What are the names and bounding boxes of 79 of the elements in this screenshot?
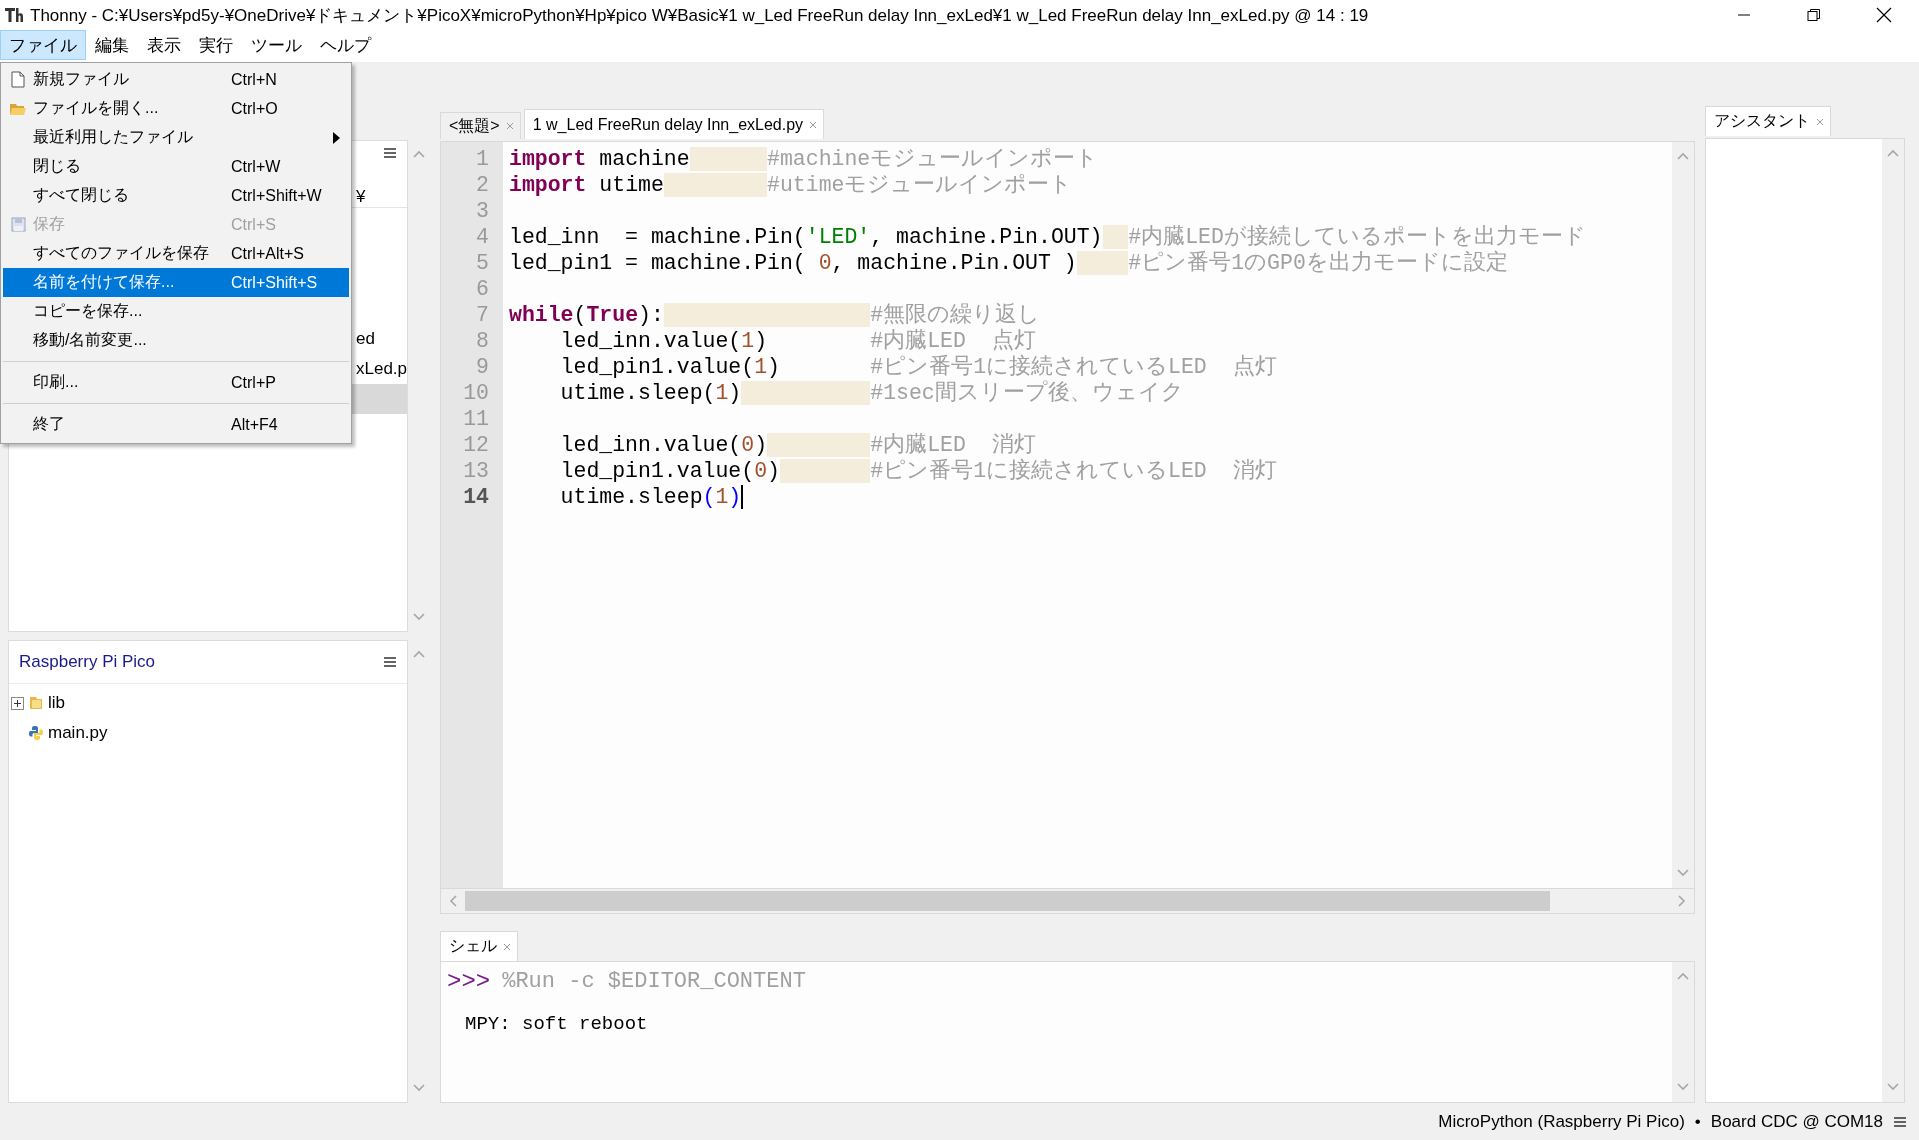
close-icon[interactable] — [505, 122, 514, 130]
menu-item[interactable]: 移動/名前変更... — [3, 326, 349, 355]
menu-item[interactable]: ファイルを開く... Ctrl+O — [3, 94, 349, 123]
separator-dot: • — [1694, 1111, 1701, 1132]
line-number: 3 — [476, 198, 490, 224]
tree-item[interactable]: main.py — [48, 723, 108, 743]
menu-icon[interactable] — [383, 147, 397, 159]
menu-bar-item[interactable]: 実行 — [190, 30, 242, 60]
menu-item[interactable]: 名前を付けて保存... Ctrl+Shift+S — [3, 268, 349, 297]
panel-title: Raspberry Pi Pico — [19, 652, 156, 672]
editor-tab[interactable]: 1 w_Led FreeRun delay Inn_exLed.py — [523, 109, 825, 139]
port-label[interactable]: Board CDC @ COM18 — [1710, 1111, 1883, 1132]
line-number: 4 — [476, 224, 490, 250]
folder-icon — [28, 695, 44, 711]
scrollbar[interactable] — [1672, 962, 1694, 1102]
menu-bar-item[interactable]: ヘルプ — [311, 30, 380, 60]
code-line: led_inn.value(1) #内臓LED 点灯 — [559, 328, 1036, 354]
line-number: 11 — [463, 406, 490, 432]
restore-icon — [1807, 8, 1821, 22]
code-line: utime.sleep(1) #1sec間スリープ後、ウェイク — [559, 380, 1184, 406]
code-line: led_pin1.value(1) #ピン番号1に接続されているLED 点灯 — [559, 354, 1277, 380]
code-line: led_pin1.value(0) #ピン番号1に接続されているLED 消灯 — [559, 458, 1277, 484]
code-line: import utime #utimeモジュールインポート — [509, 172, 1073, 198]
line-number: 12 — [463, 432, 490, 458]
code-line: led_inn.value(0) #内臓LED 消灯 — [559, 432, 1036, 458]
menu-item[interactable]: 終了 Alt+F4 — [3, 410, 349, 439]
window-title: Thonny - C:¥Users¥pd5y-¥OneDrive¥ドキュメント¥PicoX¥microPython¥Hp¥pico W¥Basic¥1 w_Led FreeRun delay Inn_exLed¥1 w_Led FreeRun delay Inn_exLed.py @ 14 : 19 — [30, 4, 1370, 27]
interpreter-label[interactable]: MicroPython (Raspberry Pi Pico) — [1438, 1111, 1685, 1132]
menu-item[interactable]: 閉じる Ctrl+W — [3, 152, 349, 181]
folder-icon — [9, 101, 27, 116]
shell-command: %Run -c $EDITOR_CONTENT — [502, 969, 806, 994]
line-number: 10 — [463, 380, 490, 406]
menu-bar-item[interactable]: ツール — [242, 30, 311, 60]
code-line: utime.sleep(1) — [559, 484, 742, 510]
line-number: 2 — [476, 172, 490, 198]
menu-item[interactable]: すべてのファイルを保存 Ctrl+Alt+S — [3, 239, 349, 268]
menu-item[interactable]: 新規ファイル Ctrl+N — [3, 65, 349, 94]
close-icon[interactable] — [809, 120, 818, 129]
scrollbar[interactable] — [1672, 142, 1694, 888]
close-icon[interactable] — [1816, 117, 1824, 126]
shell-prompt: >>> — [447, 968, 491, 995]
line-number: 5 — [476, 250, 490, 276]
menu-icon[interactable] — [383, 656, 397, 668]
scroll-thumb[interactable] — [465, 891, 1550, 911]
menu-icon[interactable] — [1893, 1115, 1907, 1128]
code-line: while(True): #無限の繰り返し — [509, 302, 1041, 328]
line-number: 9 — [476, 354, 490, 380]
horizontal-scrollbar[interactable] — [440, 889, 1695, 914]
line-number: 1 — [476, 146, 490, 172]
menu-bar-item[interactable]: 編集 — [86, 30, 138, 60]
save-icon — [10, 217, 26, 232]
python-file-icon — [28, 725, 44, 741]
line-number: 13 — [463, 458, 490, 484]
shell-tab[interactable]: シェル — [440, 931, 518, 961]
line-number: 7 — [476, 302, 490, 328]
close-icon[interactable] — [503, 942, 511, 951]
code-line: led_pin1 = machine.Pin( 0, machine.Pin.OUT ) #ピン番号1のGP0を出力モードに設定 — [509, 250, 1508, 276]
shell-output: MPY: soft reboot — [464, 1013, 649, 1035]
menu-item[interactable]: 最近利用したファイル — [3, 123, 349, 152]
path-label: ¥ — [356, 187, 367, 207]
scrollbar[interactable] — [1882, 139, 1904, 1102]
line-number: 8 — [476, 328, 490, 354]
menu-item[interactable]: コピーを保存... — [3, 297, 349, 326]
code-line: import machine #machineモジュールインポート — [509, 146, 1099, 172]
code-line: led_inn = machine.Pin('LED', machine.Pin.OUT) #内臓LEDが接続しているポートを出力モード — [509, 224, 1586, 250]
menu-item[interactable]: すべて閉じる Ctrl+Shift+W — [3, 181, 349, 210]
menu-item[interactable]: 印刷... Ctrl+P — [3, 368, 349, 397]
submenu-arrow-icon — [333, 131, 340, 144]
expand-icon[interactable] — [11, 696, 24, 710]
close-icon — [1876, 7, 1892, 23]
assistant-tab[interactable]: アシスタント — [1705, 106, 1831, 136]
tree-item[interactable]: lib — [48, 693, 65, 713]
editor-tab[interactable]: <無題> — [440, 112, 521, 139]
page-icon — [11, 71, 25, 88]
menu-bar-item[interactable]: 表示 — [138, 30, 190, 60]
line-number: 14 — [463, 484, 490, 510]
app-icon — [4, 6, 24, 24]
line-number: 6 — [476, 276, 490, 302]
menu-bar-item[interactable]: ファイル — [0, 30, 86, 60]
